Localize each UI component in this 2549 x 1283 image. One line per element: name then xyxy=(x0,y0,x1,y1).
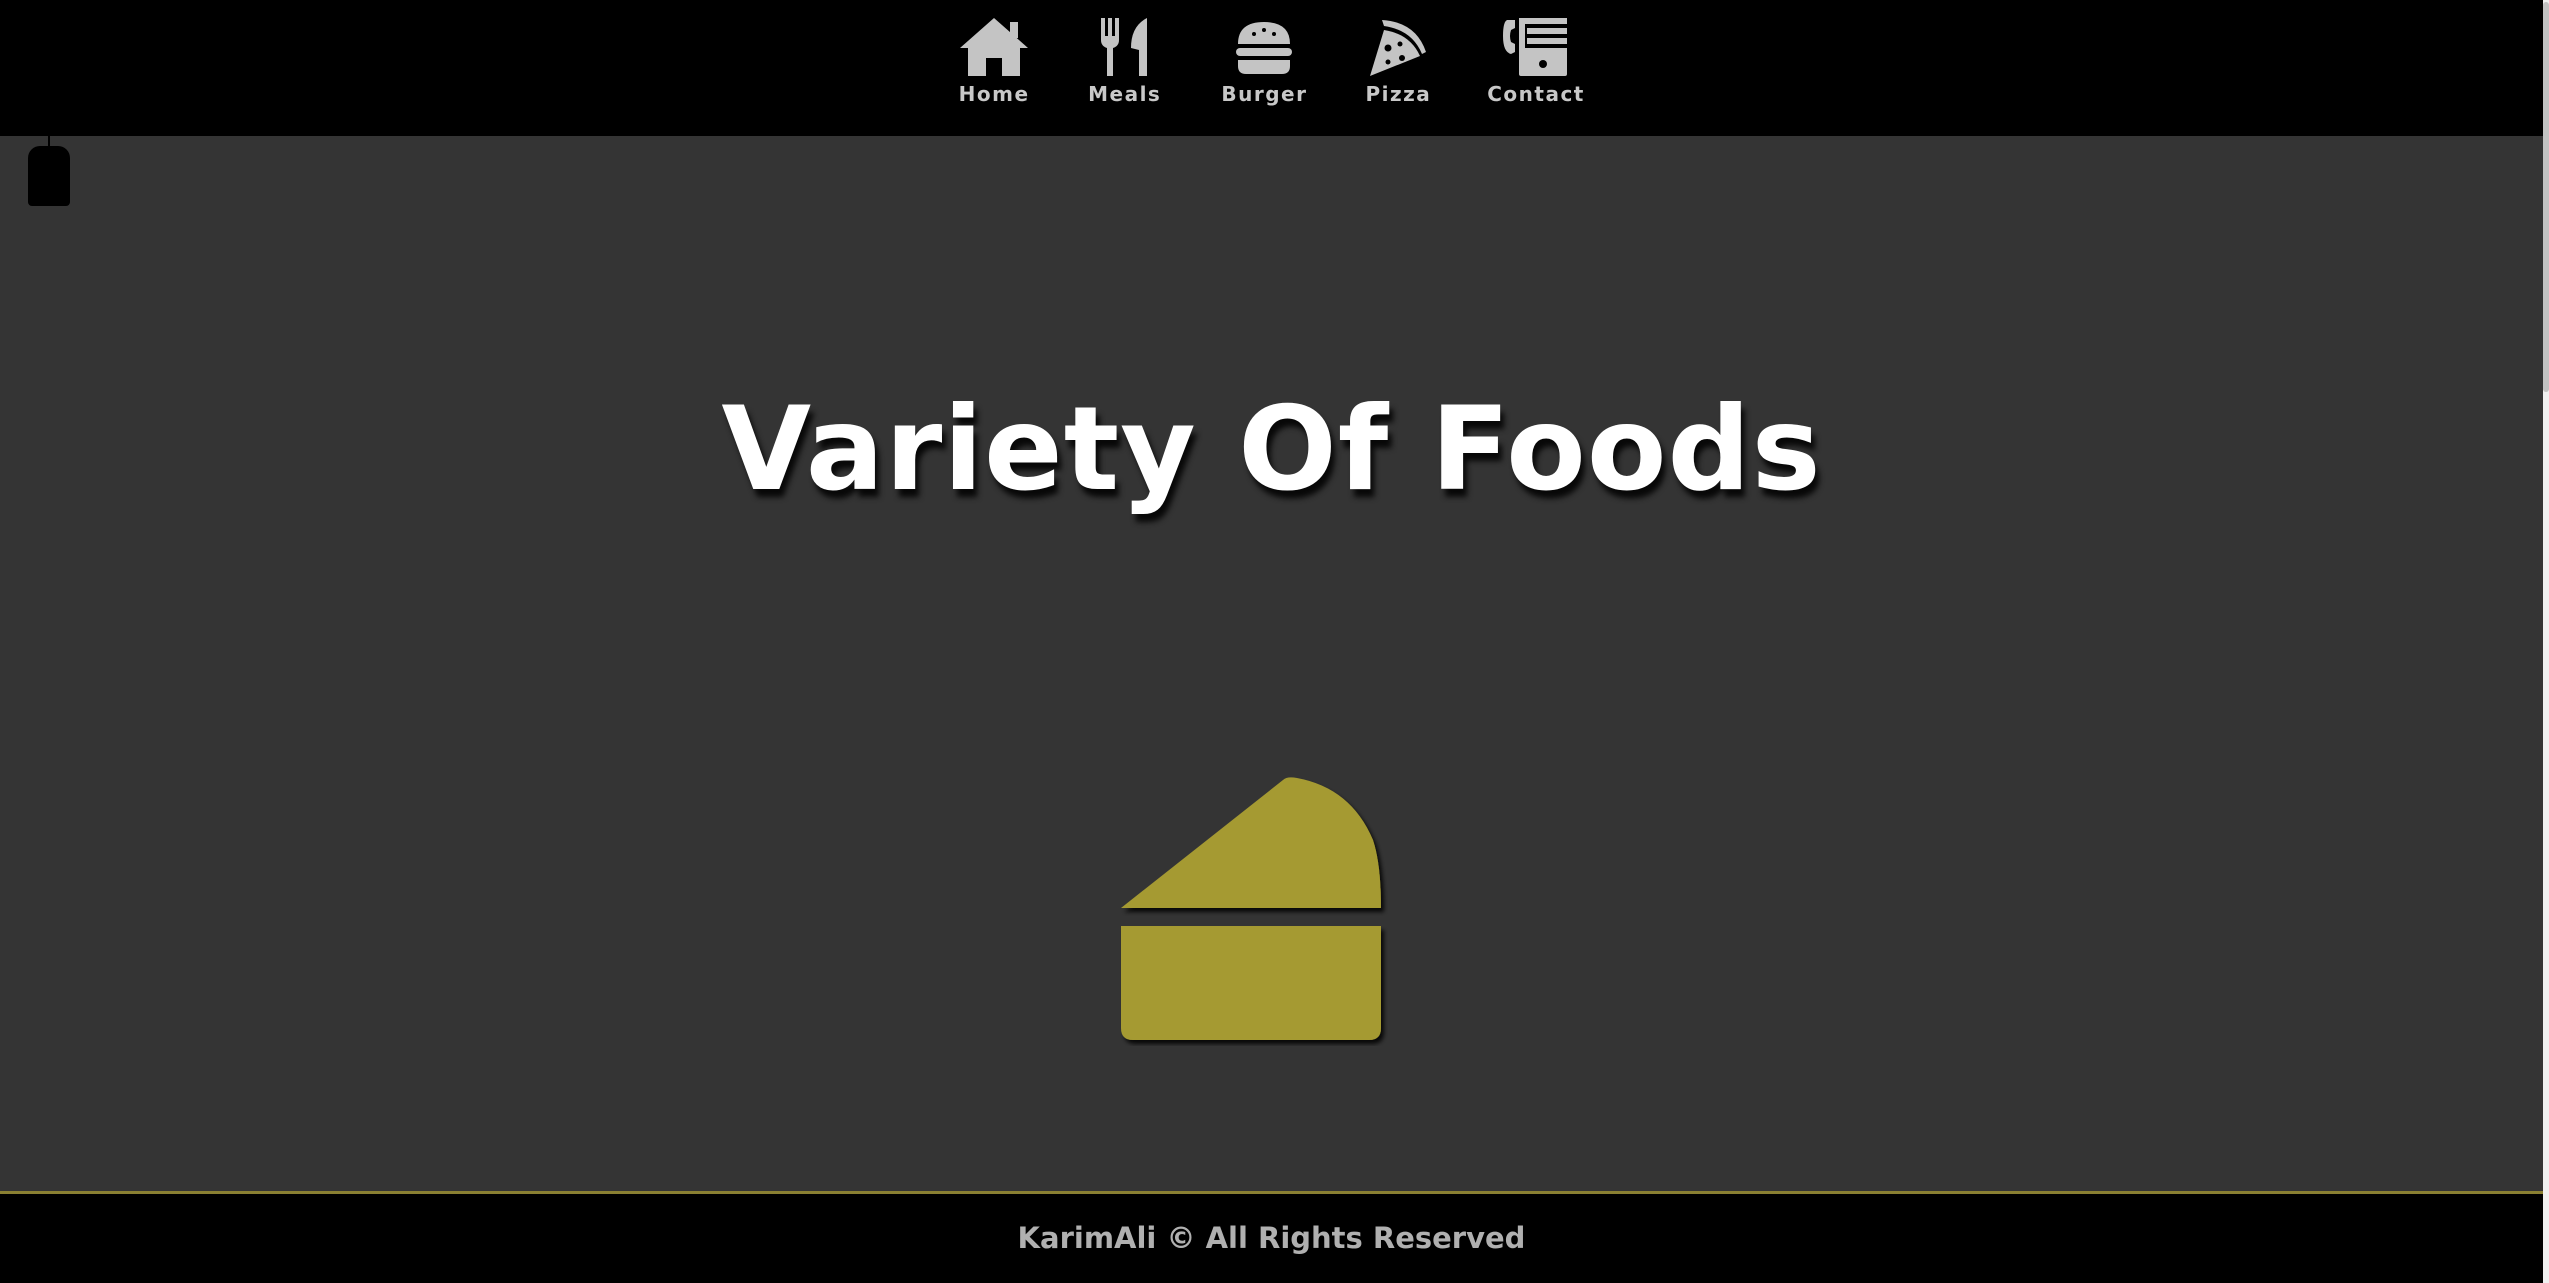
nav-label-home: Home xyxy=(958,82,1030,106)
top-navbar: Home Meals Burger Pizza Contact xyxy=(0,0,2543,136)
burger-icon xyxy=(1234,16,1294,78)
nav-item-meals[interactable]: Meals xyxy=(1088,16,1161,106)
hero-title: Variety Of Foods xyxy=(721,382,1822,517)
nav-label-meals: Meals xyxy=(1088,82,1162,106)
scrollbar-thumb[interactable] xyxy=(2543,2,2549,392)
nav-label-burger: Burger xyxy=(1221,82,1308,106)
theme-toggle-button[interactable] xyxy=(28,146,70,206)
nav-item-burger[interactable]: Burger xyxy=(1221,16,1307,106)
nav-label-pizza: Pizza xyxy=(1365,82,1432,106)
nav-item-contact[interactable]: Contact xyxy=(1487,16,1585,106)
home-icon xyxy=(958,16,1030,78)
nav-label-contact: Contact xyxy=(1487,82,1585,106)
page: Home Meals Burger Pizza Contact Variety … xyxy=(0,0,2549,1283)
footer-copyright: KarimAli © All Rights Reserved xyxy=(1017,1221,1526,1255)
nav-item-pizza[interactable]: Pizza xyxy=(1365,16,1431,106)
nav-item-home[interactable]: Home xyxy=(958,16,1030,106)
cake-slice-icon xyxy=(1115,774,1425,1046)
nav-list: Home Meals Burger Pizza Contact xyxy=(958,16,1585,106)
scrollbar[interactable] xyxy=(2543,0,2549,1283)
phone-fax-icon xyxy=(1501,16,1571,78)
footer: KarimAli © All Rights Reserved xyxy=(0,1191,2543,1283)
utensils-icon xyxy=(1097,16,1153,78)
pizza-icon xyxy=(1366,16,1430,78)
